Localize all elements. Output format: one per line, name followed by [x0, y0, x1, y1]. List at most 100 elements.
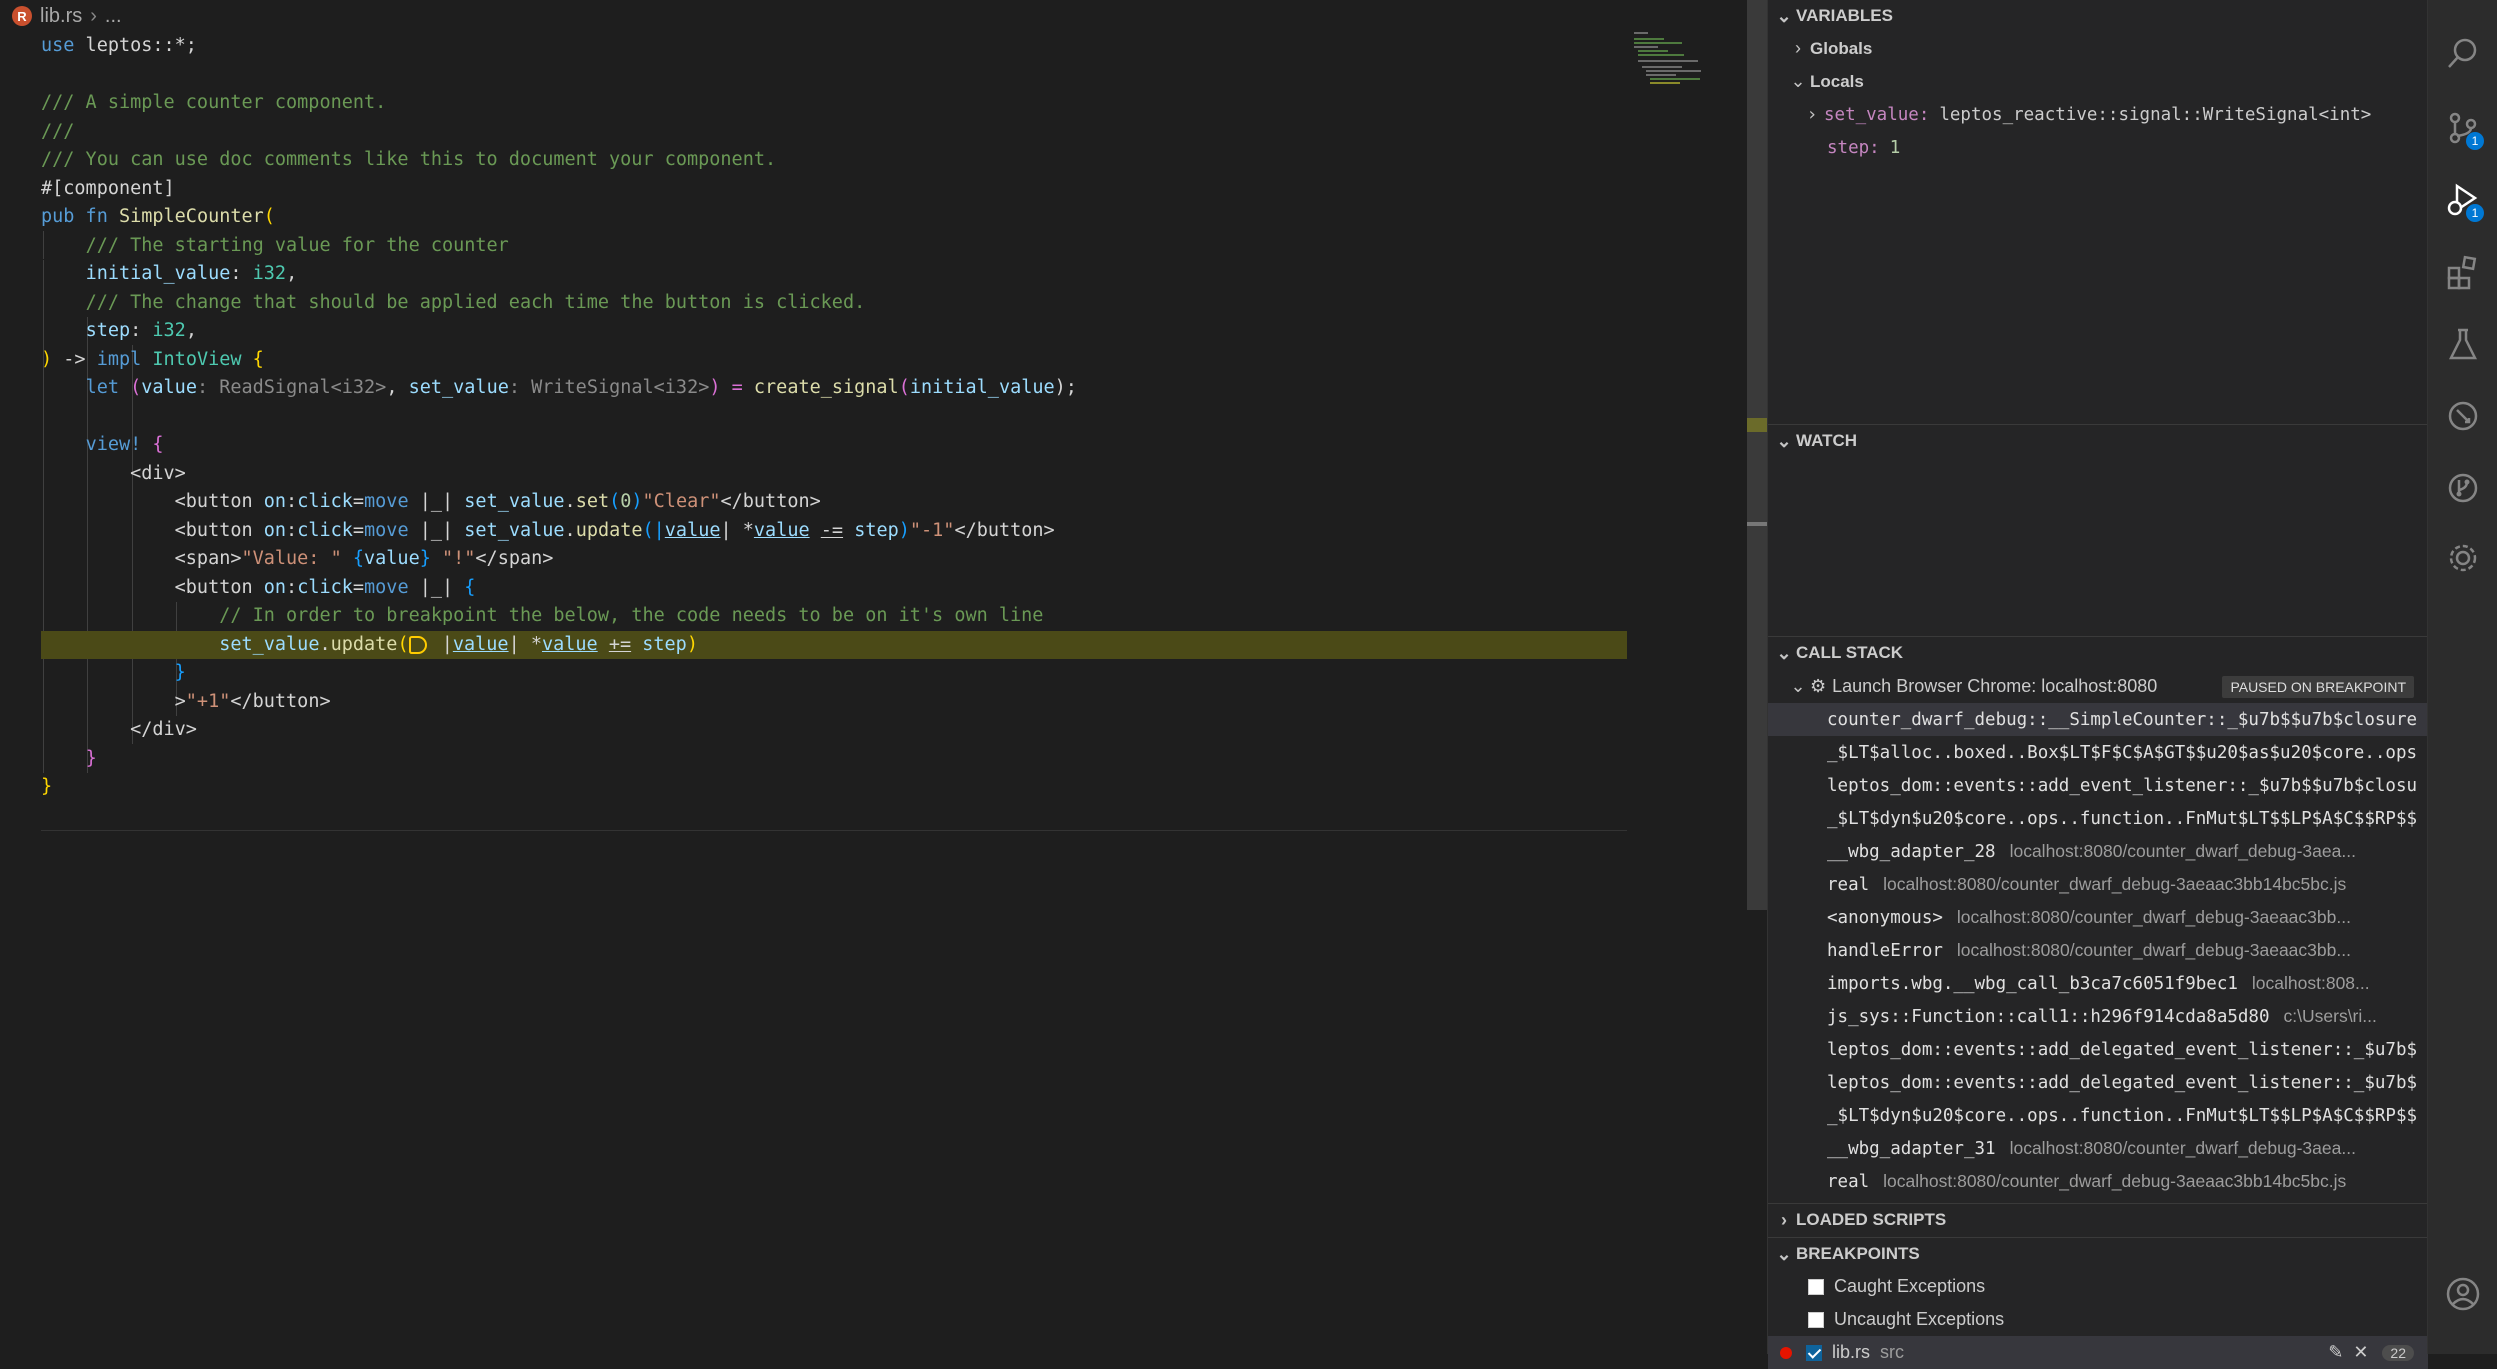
code-line-19: <span>"Value: " {value} "!"</span>: [174, 548, 554, 569]
code-line-26: }: [85, 747, 97, 769]
call-stack-frame[interactable]: leptos_dom::events::add_delegated_event_…: [1768, 1033, 2428, 1066]
chevron-down-icon: ⌄: [1790, 71, 1806, 91]
call-stack-frame[interactable]: <anonymous> localhost:8080/counter_dwarf_…: [1768, 901, 2428, 934]
breakpoints-header[interactable]: ⌄ BREAKPOINTS: [1768, 1238, 2428, 1270]
breakpoint-lib-rs[interactable]: lib.rs src ✎ ✕ 22: [1768, 1336, 2428, 1369]
call-stack-header[interactable]: ⌄ CALL STACK: [1768, 637, 2428, 669]
run-debug-icon[interactable]: 1: [2428, 172, 2497, 228]
code-line-21: // In order to breakpoint the below, the…: [219, 605, 1044, 626]
code-line-15: view! {: [85, 434, 164, 455]
code-lines[interactable]: use leptos::*; /// A simple counter comp…: [41, 32, 1627, 802]
frame-function: _$LT$dyn$u20$core..ops..function..FnMut$…: [1827, 1105, 2418, 1126]
editor-scrollbar[interactable]: [1747, 0, 1767, 910]
call-stack-frame[interactable]: _$LT$dyn$u20$core..ops..function..FnMut$…: [1768, 802, 2428, 835]
rust-file-icon: R: [12, 6, 32, 26]
settings-sync-icon[interactable]: [2428, 530, 2497, 586]
frame-source: localhost:8080/counter_dwarf_debug-3aeaa…: [1883, 874, 2347, 894]
code-line-1: use leptos::*;: [41, 35, 197, 56]
variable-step[interactable]: step: 1: [1768, 131, 2428, 164]
variables-header[interactable]: ⌄ VARIABLES: [1768, 0, 2428, 32]
code-line-22-breakpoint: set_value.update( |value| *value += step…: [41, 630, 1627, 659]
chevron-right-icon: ›: [1795, 38, 1801, 58]
code-editor[interactable]: R lib.rs › ... use leptos::*; /// A simp…: [0, 0, 1767, 1354]
chevron-down-icon: ⌄: [1776, 430, 1792, 451]
code-line-16: <div>: [130, 462, 186, 484]
tree-item-locals[interactable]: ⌄ Locals: [1768, 65, 2428, 98]
frame-source: localhost:8080/counter_dwarf_debug-3aeaa…: [1956, 907, 2351, 927]
code-line-24: >"+1"</button>: [174, 690, 331, 712]
call-stack-frame[interactable]: __wbg_adapter_28 localhost:8080/counter_d…: [1768, 835, 2428, 868]
edit-icon[interactable]: ✎: [2328, 1342, 2343, 1363]
scrollbar-thumb[interactable]: [1747, 0, 1767, 910]
frame-function: real: [1827, 1171, 1870, 1192]
call-stack-frame[interactable]: handleError localhost:8080/counter_dwarf_…: [1768, 934, 2428, 967]
activity-bar: 1 1: [2427, 0, 2497, 1354]
frame-function: leptos_dom::events::add_event_listener::…: [1827, 775, 2418, 796]
code-line-25: </div>: [130, 719, 197, 740]
code-line-12: ) -> impl IntoView {: [41, 348, 264, 370]
call-stack-frame[interactable]: counter_dwarf_debug::__SimpleCounter::_$…: [1768, 703, 2428, 736]
testing-flask-icon[interactable]: [2428, 316, 2497, 372]
frame-function: real: [1827, 874, 1870, 895]
frame-function: _$LT$dyn$u20$core..ops..function..FnMut$…: [1827, 808, 2418, 829]
code-line-23: }: [174, 662, 186, 683]
frame-function: __wbg_adapter_28: [1827, 841, 1996, 862]
breakpoint-line-badge: 22: [2382, 1344, 2414, 1361]
search-icon[interactable]: [2428, 26, 2497, 82]
variable-set-value[interactable]: › set_value: leptos_reactive::signal::Wr…: [1768, 98, 2428, 131]
frame-function: leptos_dom::events::add_delegated_event_…: [1827, 1072, 2418, 1093]
code-line-27: }: [41, 776, 53, 797]
breakpoint-dot-icon: [1780, 1346, 1792, 1359]
code-line-10: /// The change that should be applied ea…: [85, 291, 866, 313]
call-stack-frame[interactable]: leptos_dom::events::add_event_listener::…: [1768, 769, 2428, 802]
call-stack-frame[interactable]: leptos_dom::events::add_delegated_event_…: [1768, 1066, 2428, 1099]
breakpoint-enabled-checkbox[interactable]: [1806, 1344, 1822, 1361]
breadcrumb-symbol[interactable]: ...: [105, 5, 122, 28]
frame-function: _$LT$alloc..boxed..Box$LT$F$C$A$GT$$u20$…: [1827, 742, 2418, 763]
call-stack-frame[interactable]: real localhost:8080/counter_dwarf_debug-3…: [1768, 1165, 2428, 1198]
source-control-icon[interactable]: 1: [2428, 100, 2497, 156]
watch-header[interactable]: ⌄ WATCH: [1768, 425, 2428, 457]
call-stack-frame[interactable]: __wbg_adapter_31 localhost:8080/counter_d…: [1768, 1132, 2428, 1165]
close-icon[interactable]: ✕: [2353, 1342, 2368, 1363]
call-stack-frame[interactable]: imports.wbg.__wbg_call_b3ca7c6051f9bec1 l…: [1768, 967, 2428, 1000]
frame-function: __wbg_adapter_31: [1827, 1138, 1996, 1159]
code-line-4: ///: [41, 120, 75, 142]
chevron-right-icon: ›: [1806, 104, 1818, 125]
breakpoint-uncaught-exceptions[interactable]: Uncaught Exceptions: [1768, 1303, 2428, 1336]
call-stack-frame[interactable]: _$LT$alloc..boxed..Box$LT$F$C$A$GT$$u20$…: [1768, 736, 2428, 769]
debug-session[interactable]: ⌄ ⚙ Launch Browser Chrome: localhost:808…: [1768, 670, 2428, 703]
breakpoint-arrow-icon: [408, 635, 427, 654]
frame-function: leptos_dom::events::add_delegated_event_…: [1827, 1039, 2418, 1060]
frame-source: localhost:808...: [2251, 973, 2370, 993]
git-graph-icon[interactable]: [2428, 460, 2497, 516]
call-stack-frame[interactable]: real localhost:8080/counter_dwarf_debug-3…: [1768, 868, 2428, 901]
debug-sidebar: ⌄ VARIABLES › Globals ⌄ Locals › set_val…: [1767, 0, 2428, 1369]
caught-exceptions-checkbox[interactable]: [1808, 1278, 1824, 1295]
breadcrumb-file[interactable]: lib.rs: [40, 5, 82, 28]
code-line-18: <button on:click=move |_| set_value.upda…: [174, 519, 1055, 541]
frame-source: localhost:8080/counter_dwarf_debug-3aeaa…: [1956, 940, 2351, 960]
breakpoint-caught-exceptions[interactable]: Caught Exceptions: [1768, 1270, 2428, 1303]
frame-function: counter_dwarf_debug::__SimpleCounter::_$…: [1827, 709, 2418, 730]
call-stack-frame[interactable]: _$LT$dyn$u20$core..ops..function..FnMut$…: [1768, 1099, 2428, 1132]
loaded-scripts-header[interactable]: › LOADED SCRIPTS: [1768, 1204, 2428, 1236]
source-control-badge: 1: [2466, 132, 2484, 150]
code-line-5: /// You can use doc comments like this t…: [41, 149, 777, 170]
code-line-8: /// The starting value for the counter: [85, 234, 509, 256]
code-line-13: let (value: ReadSignal<i32>, set_value: …: [85, 377, 1077, 398]
minimap[interactable]: [1632, 30, 1732, 90]
chevron-down-icon: ⌄: [1776, 5, 1792, 26]
remote-explorer-icon[interactable]: [2428, 388, 2497, 444]
tree-item-globals[interactable]: › Globals: [1768, 32, 2428, 65]
code-line-11: step: i32,: [85, 320, 197, 341]
account-icon[interactable]: [2428, 1266, 2497, 1322]
status-badge: PAUSED ON BREAKPOINT: [2222, 675, 2414, 698]
debug-gear-icon: ⚙: [1810, 676, 1827, 696]
cursor-scroll-marker: [1747, 522, 1767, 526]
chevron-down-icon: ⌄: [1776, 1243, 1792, 1264]
uncaught-exceptions-checkbox[interactable]: [1808, 1311, 1824, 1328]
extensions-icon[interactable]: [2428, 244, 2497, 300]
call-stack-frame[interactable]: js_sys::Function::call1::h296f914cda8a5d…: [1768, 1000, 2428, 1033]
code-line-9: initial_value: i32,: [85, 263, 298, 284]
